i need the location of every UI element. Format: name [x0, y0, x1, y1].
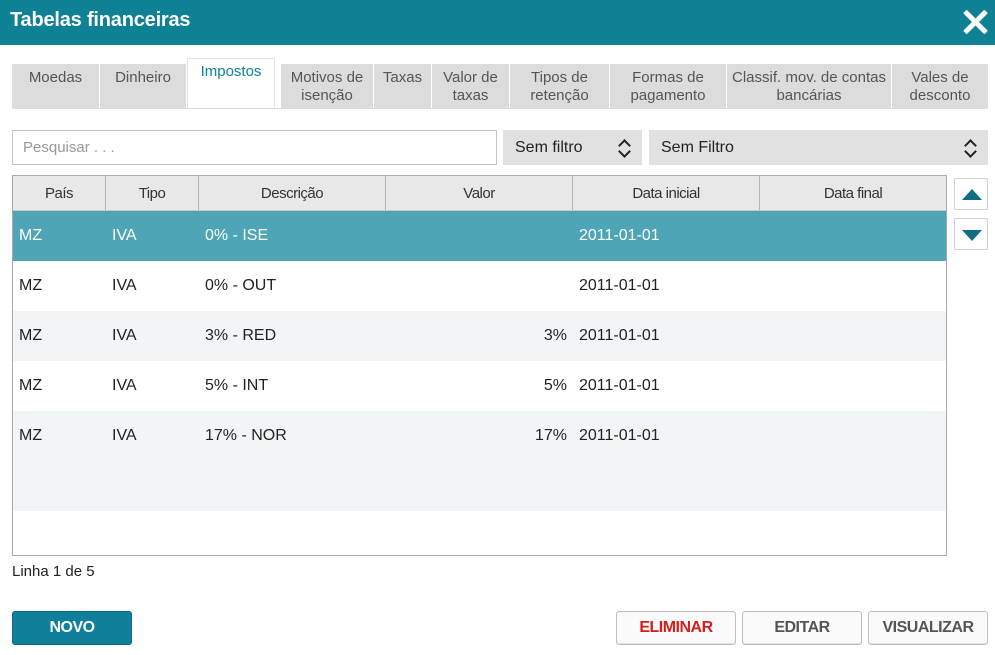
table-row-empty	[13, 511, 946, 555]
tab-classif-mov-contas[interactable]: Classif. mov. de contas bancárias	[727, 64, 892, 109]
taxes-table: País Tipo Descrição Valor Data inicial D…	[12, 175, 947, 556]
table-row[interactable]: MZ IVA 0% - ISE 2011-01-01	[13, 211, 946, 261]
title-bar: Tabelas financeiras	[0, 0, 995, 45]
tab-label: Motivos de isenção	[290, 68, 364, 104]
window-title: Tabelas financeiras	[10, 9, 191, 31]
cell-descricao: 17% - NOR	[205, 427, 287, 444]
filter-select-2-value: Sem Filtro	[661, 139, 734, 156]
column-header-descricao[interactable]: Descrição	[199, 176, 386, 210]
cell-descricao: 5% - INT	[205, 377, 269, 394]
tab-label: Vales de desconto	[909, 68, 971, 104]
tab-motivos-isencao[interactable]: Motivos de isenção	[281, 64, 374, 109]
cell-tipo: IVA	[112, 427, 137, 444]
tab-label: Dinheiro	[115, 69, 171, 86]
filter-select-1[interactable]: Sem filtro	[503, 130, 642, 165]
cell-pais: MZ	[19, 427, 43, 444]
table-row-empty	[13, 461, 946, 511]
tab-impostos[interactable]: Impostos	[187, 58, 275, 109]
column-header-data-inicial[interactable]: Data inicial	[573, 176, 760, 210]
tab-bar: Moedas Dinheiro Impostos Motivos de isen…	[12, 58, 992, 109]
cell-descricao: 3% - RED	[205, 327, 277, 344]
search-input[interactable]	[12, 130, 497, 165]
cell-data-inicial: 2011-01-01	[579, 227, 660, 244]
column-header-valor[interactable]: Valor	[386, 176, 573, 210]
tab-formas-pagamento[interactable]: Formas de pagamento	[610, 64, 727, 109]
cell-tipo: IVA	[112, 327, 137, 344]
tab-vales-desconto[interactable]: Vales de desconto	[892, 64, 988, 109]
tab-label: Impostos	[200, 63, 262, 80]
cell-pais: MZ	[19, 227, 43, 244]
cell-descricao: 0% - OUT	[205, 277, 277, 294]
tab-label: Taxas	[382, 69, 423, 86]
tab-tipos-retencao[interactable]: Tipos de retenção	[510, 64, 610, 109]
tab-moedas[interactable]: Moedas	[12, 64, 100, 109]
chevron-updown-icon	[618, 138, 630, 158]
cell-pais: MZ	[19, 377, 43, 394]
table-row[interactable]: MZ IVA 17% - NOR 17% 2011-01-01	[13, 411, 946, 461]
column-header-pais[interactable]: País	[13, 176, 106, 210]
tab-label: Classif. mov. de contas bancárias	[732, 68, 886, 104]
view-button[interactable]: VISUALIZAR	[868, 611, 988, 645]
tab-label: Tipos de retenção	[530, 68, 589, 104]
column-header-tipo[interactable]: Tipo	[106, 176, 199, 210]
tab-label: Formas de pagamento	[630, 68, 706, 104]
cell-tipo: IVA	[112, 277, 137, 294]
cell-valor: 17%	[534, 427, 567, 444]
cell-descricao: 0% - ISE	[205, 227, 269, 244]
tab-label: Valor de taxas	[443, 68, 498, 104]
column-header-data-final[interactable]: Data final	[760, 176, 946, 210]
filter-select-2[interactable]: Sem Filtro	[649, 130, 988, 165]
new-button[interactable]: NOVO	[12, 611, 132, 645]
cell-tipo: IVA	[112, 227, 137, 244]
chevron-updown-icon	[964, 138, 976, 158]
cell-data-inicial: 2011-01-01	[579, 277, 660, 294]
cell-tipo: IVA	[112, 377, 137, 394]
edit-button[interactable]: EDITAR	[742, 611, 862, 645]
table-row[interactable]: MZ IVA 0% - OUT 2011-01-01	[13, 261, 946, 311]
table-row[interactable]: MZ IVA 3% - RED 3% 2011-01-01	[13, 311, 946, 361]
close-icon[interactable]	[961, 8, 989, 36]
tab-valor-de-taxas[interactable]: Valor de taxas	[432, 64, 510, 109]
tabs-divider	[12, 108, 988, 109]
move-up-icon[interactable]	[954, 178, 988, 210]
cell-pais: MZ	[19, 277, 43, 294]
cell-valor: 3%	[543, 327, 567, 344]
tab-taxas[interactable]: Taxas	[374, 64, 432, 109]
row-status: Linha 1 de 5	[12, 563, 95, 580]
delete-button[interactable]: ELIMINAR	[616, 611, 736, 645]
cell-pais: MZ	[19, 327, 43, 344]
cell-data-inicial: 2011-01-01	[579, 327, 660, 344]
tab-dinheiro[interactable]: Dinheiro	[100, 64, 187, 109]
filter-select-1-value: Sem filtro	[515, 139, 583, 156]
table-header: País Tipo Descrição Valor Data inicial D…	[13, 176, 946, 211]
table-row[interactable]: MZ IVA 5% - INT 5% 2011-01-01	[13, 361, 946, 411]
tab-label: Moedas	[28, 69, 83, 86]
cell-data-inicial: 2011-01-01	[579, 427, 660, 444]
cell-valor: 5%	[543, 377, 567, 394]
move-down-icon[interactable]	[954, 218, 988, 250]
cell-data-inicial: 2011-01-01	[579, 377, 660, 394]
